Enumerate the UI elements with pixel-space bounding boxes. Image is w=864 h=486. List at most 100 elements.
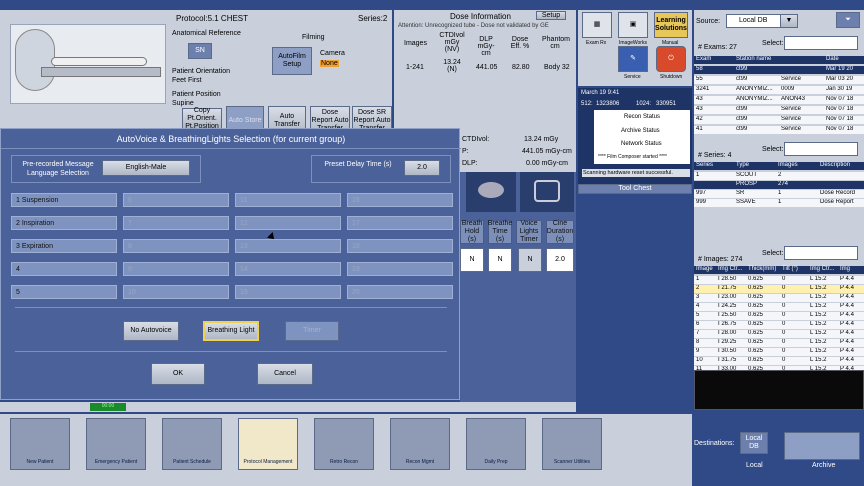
image-row[interactable]: 8 I 29.25 0.625 0 L 15.2 P 4.4 [694, 339, 864, 347]
exam-row[interactable]: 42 ct99 Service Nov 07 18 [694, 116, 864, 124]
autovoice-slot-button[interactable]: 3 Expiration [11, 239, 117, 253]
mem2-value: 330951 [656, 101, 677, 107]
dose-header-phantom: Phantom cm [542, 36, 571, 50]
autovoice-slot-button[interactable]: 15 [235, 285, 341, 299]
exam-number: 55 [696, 76, 703, 82]
autovoice-slot-button[interactable]: 10 [123, 285, 229, 299]
app-tile-label: Protocol Management [243, 459, 293, 465]
autovoice-slot-button[interactable]: 7 [123, 216, 229, 230]
series-row[interactable]: PROSP 274 [694, 181, 864, 189]
image-cell: P 4.4 [840, 339, 854, 345]
breathing-light-button[interactable]: Breathing Light [203, 321, 259, 341]
dose-ctdivol: 13.24 (N) [443, 59, 461, 73]
exam-rx-icon[interactable]: ▦ [582, 12, 612, 38]
exam-date: Nov 07 18 [826, 106, 854, 112]
image-cell: P 4.4 [840, 312, 854, 318]
timer-button[interactable]: Timer [285, 321, 339, 341]
exam-row[interactable]: 41 ct99 Service Nov 07 18 [694, 126, 864, 134]
series-row[interactable]: 999 SSAVE 1 Dose Report [694, 199, 864, 207]
archive-destination-button[interactable] [784, 432, 860, 460]
exam-row[interactable]: 58 ct99 Mar 19 20 [694, 66, 864, 74]
exam-row[interactable]: 3241 ANONYMIZ... 0009 Jan 30 19 [694, 86, 864, 94]
imageworks-icon[interactable]: ▣ [618, 12, 648, 38]
delay-value[interactable]: 2.0 [404, 160, 440, 176]
autovoice-slot-button[interactable]: 5 [11, 285, 117, 299]
dose-header-ctdivol: CTDIvol mGy (NV) [439, 32, 465, 53]
autovoice-slot-button[interactable]: 20 [347, 285, 453, 299]
images-select[interactable] [784, 246, 858, 260]
autovoice-slot-button[interactable]: 17 [347, 216, 453, 230]
image-cell: L 15.2 [810, 303, 827, 309]
image-cell: 0 [782, 276, 786, 282]
local-db-destination-button[interactable]: Local DB [740, 432, 768, 454]
autovoice-slot-button[interactable]: 1 Suspension [11, 193, 117, 207]
image-row[interactable]: 4 I 24.25 0.625 0 L 15.2 P 4.4 [694, 303, 864, 311]
network-status[interactable]: Network Status [621, 141, 662, 147]
scan-param-panel: Breath Hold (s) Breathe Time (s) Voice L… [460, 172, 576, 404]
language-select[interactable]: English-Male [102, 160, 190, 176]
image-cell: 0 [782, 321, 786, 327]
image-cell: 0 [782, 330, 786, 336]
autovoice-slot-button[interactable]: 8 [123, 239, 229, 253]
image-row[interactable]: 3 I 23.00 0.625 0 L 15.2 P 4.4 [694, 294, 864, 302]
autovoice-slot-button[interactable]: 2 Inspiration [11, 216, 117, 230]
image-row[interactable]: 10 I 31.75 0.625 0 L 15.2 P 4.4 [694, 357, 864, 365]
series-row[interactable]: 997 SR 1 Dose Record [694, 190, 864, 198]
autovoice-slot-button[interactable]: 11 [235, 193, 341, 207]
recon-status[interactable]: Recon Status [624, 114, 660, 120]
autovoice-slot-button[interactable]: 18 [347, 239, 453, 253]
thumbnail-strip [694, 370, 864, 410]
exam-patient: Service [781, 76, 802, 82]
no-autovoice-button[interactable]: No Autovoice [123, 321, 179, 341]
dose-setup-button[interactable]: Setup [536, 11, 566, 20]
shutdown-icon[interactable]: ⏻ [656, 46, 686, 72]
exam-row[interactable]: 43 ANONYMIZ... ANON43 Nov 07 18 [694, 96, 864, 104]
series-cell: Dose Report [820, 199, 854, 205]
exam-number: 42 [696, 116, 703, 122]
copy-orientation-button[interactable]: Copy Pt.Orient. Pt.Position [182, 107, 222, 130]
image-row[interactable]: 5 I 25.50 0.625 0 L 15.2 P 4.4 [694, 312, 864, 320]
ok-button[interactable]: OK [151, 363, 205, 385]
dose-images: 1-241 [406, 64, 424, 71]
image-row[interactable]: 7 I 28.00 0.625 0 L 15.2 P 4.4 [694, 330, 864, 338]
exam-patient: 0009 [781, 86, 795, 92]
source-dropdown-icon[interactable]: ▼ [780, 14, 798, 28]
image-row[interactable]: 6 I 26.75 0.625 0 L 15.2 P 4.4 [694, 321, 864, 329]
image-row[interactable]: 2 I 21.75 0.625 0 L 15.2 P 4.4 [694, 285, 864, 293]
language-group: Pre-recorded Message Language Selection … [11, 155, 201, 183]
cancel-button[interactable]: Cancel [257, 363, 313, 385]
autovoice-slot-button[interactable]: 9 [123, 262, 229, 276]
image-cell: I 21.75 [718, 285, 737, 291]
autovoice-slot-button[interactable]: 12 [235, 216, 341, 230]
exam-station: ct99 [736, 76, 748, 82]
exam-row[interactable]: 55 ct99 Service Mar 03 20 [694, 76, 864, 84]
manual-icon[interactable]: ✎ [618, 46, 648, 72]
breath-hold-value[interactable]: N [460, 248, 484, 272]
source-label: Source: [696, 18, 721, 25]
autovoice-slot-button[interactable]: 14 [235, 262, 341, 276]
autovoice-slot-button[interactable]: 6 [123, 193, 229, 207]
cine-duration-value[interactable]: 2.0 [546, 248, 574, 272]
image-row[interactable]: 9 I 30.50 0.625 0 L 15.2 P 4.4 [694, 348, 864, 356]
image-row[interactable]: 1 I 28.50 0.625 0 L 15.2 P 4.4 [694, 276, 864, 284]
exams-count: # Exams: 27 [698, 44, 737, 51]
breathe-time-value[interactable]: N [488, 248, 512, 272]
series-select[interactable] [784, 142, 858, 156]
voice-lights-value[interactable]: N [518, 248, 542, 272]
exam-select[interactable] [784, 36, 858, 50]
series-row[interactable]: 1 SCOUT 2 [694, 172, 864, 180]
autovoice-slot-button[interactable]: 19 [347, 262, 453, 276]
learning-solutions-button[interactable]: Learning Solutions [654, 12, 688, 38]
series-cell: 999 [696, 199, 707, 205]
anatomical-ref-button[interactable]: SN [188, 43, 212, 59]
archive-status[interactable]: Archive Status [621, 128, 660, 134]
tool-chest-button[interactable]: Tool Chest [578, 184, 692, 194]
gantry-thumb-2 [520, 172, 574, 212]
autofilm-button[interactable]: AutoFilm Setup [272, 47, 312, 75]
image-cell: I 29.25 [718, 339, 737, 345]
autovoice-slot-button[interactable]: 16 [347, 193, 453, 207]
autovoice-slot-button[interactable]: 4 [11, 262, 117, 276]
filter-icon[interactable]: ⏷ [836, 12, 860, 28]
exam-row[interactable]: 43 ct99 Service Nov 07 18 [694, 106, 864, 114]
autovoice-slot-button[interactable]: 13 [235, 239, 341, 253]
